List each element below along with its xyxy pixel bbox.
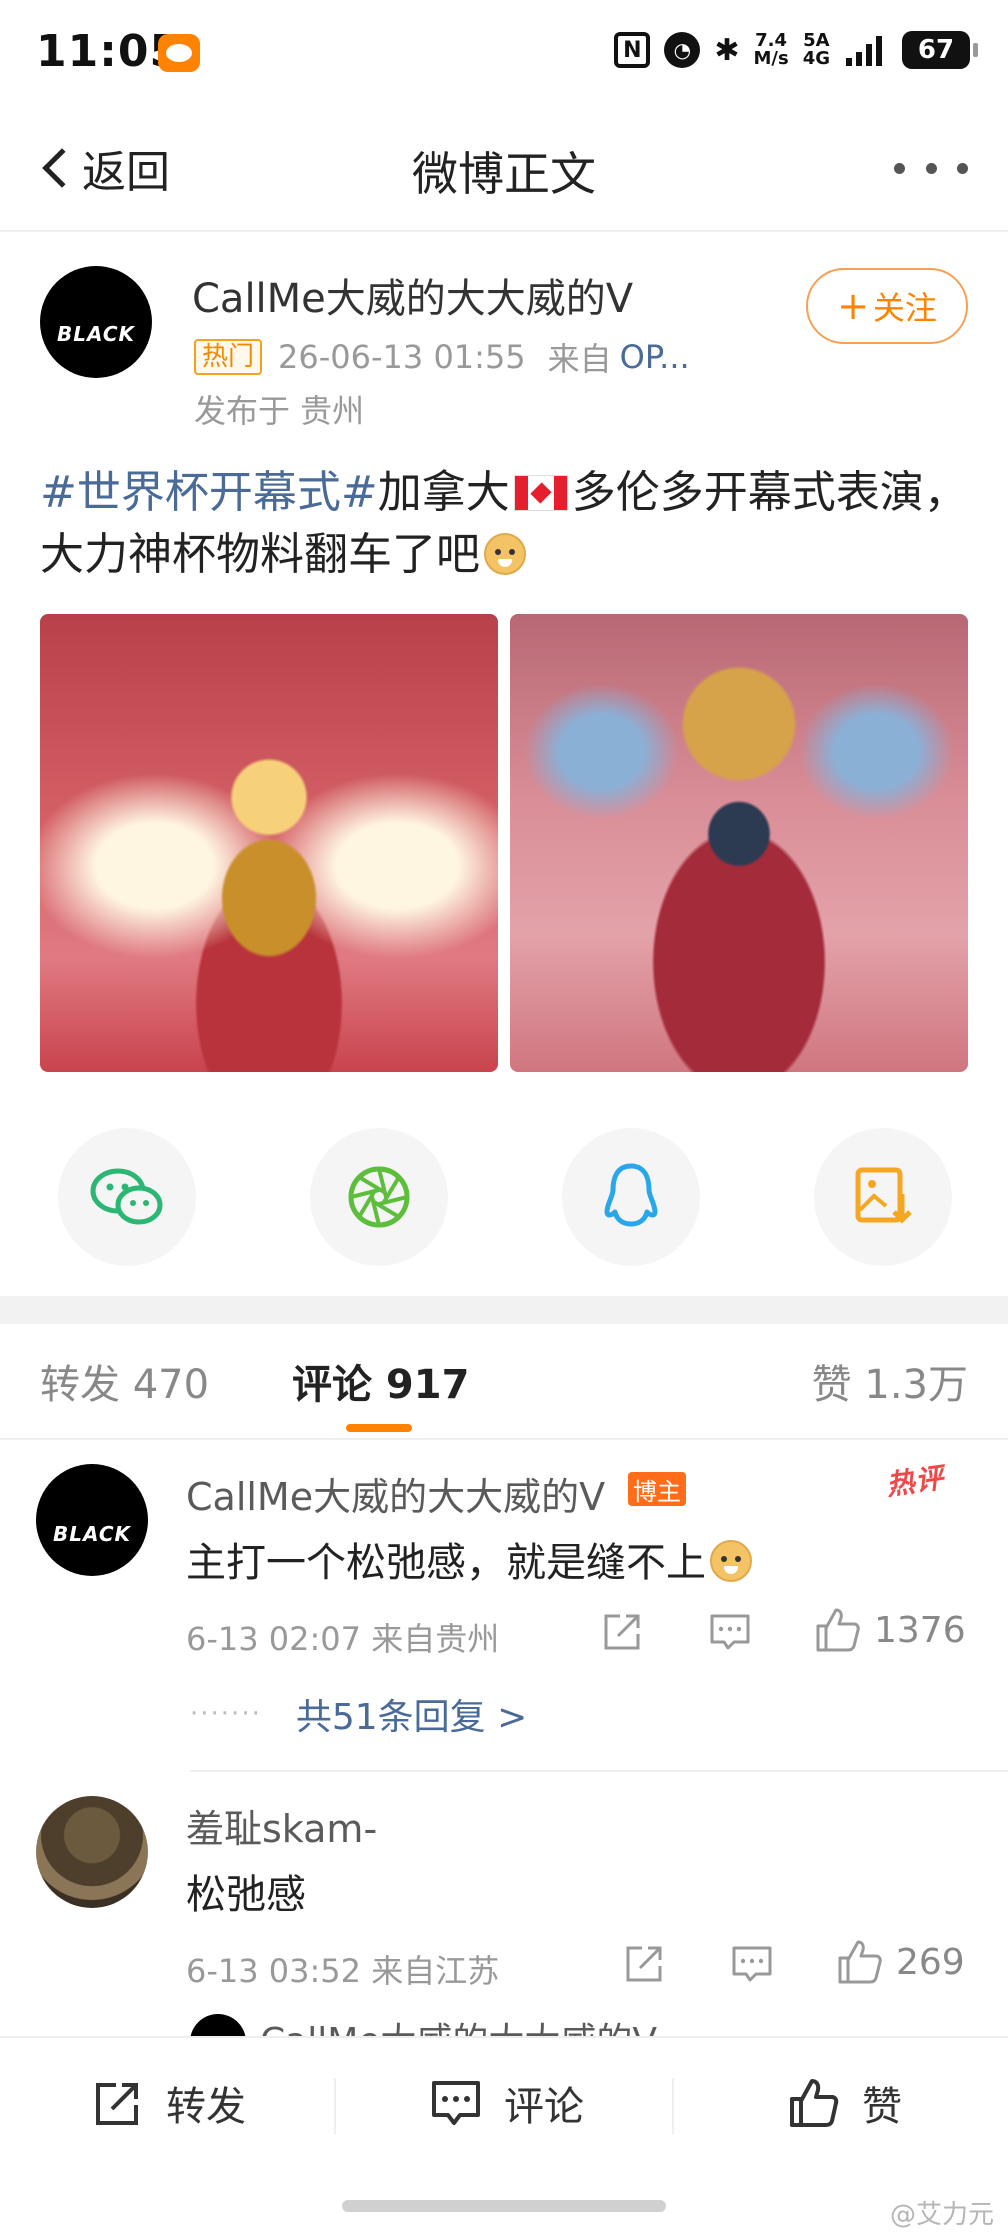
comment-share-button[interactable] <box>600 1610 644 1654</box>
hot-comment-label: 热评 <box>884 1461 947 1502</box>
thumbs-up-icon <box>838 1940 882 1984</box>
signal-bars-icon <box>846 36 882 66</box>
page-title: 微博正文 <box>412 147 596 201</box>
repost-label: 转发 <box>166 2084 246 2130</box>
comment-text-body: 主打一个松弛感，就是缝不上 <box>186 1540 706 1586</box>
like-count: 269 <box>896 1941 965 1983</box>
tab-repost[interactable]: 转发 470 <box>40 1352 209 1410</box>
status-icons: N ◔ ✱ 7.4 M/s 5A 4G 67 <box>614 30 978 70</box>
net-speed: 7.4 M/s <box>753 30 788 70</box>
author-avatar[interactable]: BLACK <box>40 266 152 378</box>
comment-like-button[interactable]: 269 <box>836 1938 965 1986</box>
save-image-button[interactable] <box>814 1128 952 1266</box>
comment-divider <box>190 1770 1008 1772</box>
comment-text: 主打一个松弛感，就是缝不上 <box>186 1530 752 1588</box>
tabs-divider <box>0 1438 1008 1440</box>
comment-reply-button[interactable] <box>708 1610 752 1654</box>
comment-meta: 6-13 03:52 来自江苏 <box>186 1952 500 1990</box>
more-dot-icon <box>894 162 905 174</box>
post-image-1[interactable] <box>40 614 498 1072</box>
share-icon <box>604 1614 640 1650</box>
comment-avatar[interactable]: BLACK <box>36 1464 148 1576</box>
comment-reply-button[interactable] <box>730 1942 774 1986</box>
signal-type-bottom: 4G <box>802 48 830 69</box>
comment-text: 松弛感 <box>186 1872 306 1918</box>
avatar-text: BLACK <box>56 322 136 346</box>
view-replies-link[interactable]: 共51条回复 > <box>296 1688 527 1740</box>
share-moments-button[interactable] <box>310 1128 448 1266</box>
tab-likes[interactable]: 赞 1.3万 <box>812 1352 968 1410</box>
moments-shutter-icon <box>348 1166 410 1228</box>
home-indicator[interactable] <box>342 2200 666 2212</box>
tab-comments[interactable]: 评论 917 <box>292 1352 469 1410</box>
share-wechat-button[interactable] <box>58 1128 196 1266</box>
share-qq-button[interactable] <box>562 1128 700 1266</box>
repost-icon <box>96 2083 138 2125</box>
nfc-icon: N <box>614 32 651 68</box>
follow-label: 关注 <box>872 289 937 327</box>
post-image-2[interactable] <box>510 614 968 1072</box>
post-location: 发布于 贵州 <box>194 392 365 430</box>
comment-avatar[interactable] <box>36 1796 148 1908</box>
post-meta: 热门 26-06-13 01:55 来自 OP... <box>194 334 690 380</box>
like-button[interactable]: 赞 <box>788 2074 902 2132</box>
owner-badge: 博主 <box>628 1472 686 1506</box>
battery-icon: 67 <box>902 31 978 69</box>
post-time: 26-06-13 01:55 <box>278 338 526 376</box>
thumbs-up-icon <box>816 1608 860 1652</box>
dotted-line-icon: ······· <box>190 1699 262 1729</box>
comment-label: 评论 <box>504 2084 584 2130</box>
doge-emoji <box>484 533 526 575</box>
replies-row[interactable]: ······· 共51条回复 > <box>190 1688 527 1740</box>
comment-button[interactable]: 评论 <box>430 2074 584 2132</box>
more-options-button[interactable] <box>894 148 968 188</box>
plus-icon: + <box>837 284 869 328</box>
post-text: #世界杯开幕式#加拿大 多伦多开幕式表演，大力神杯物料翻车了吧 <box>40 462 970 586</box>
reply-preview: CallMe大威的大大威的V <box>190 2010 750 2036</box>
more-dot-icon <box>925 162 937 174</box>
alarm-icon: ◔ <box>664 32 701 68</box>
share-icon <box>626 1946 662 1982</box>
active-tab-indicator <box>346 1424 412 1432</box>
hot-badge: 热门 <box>194 339 263 375</box>
repost-button[interactable]: 转发 <box>92 2074 246 2132</box>
nav-bar: 返回 微博正文 <box>0 108 1008 232</box>
comment-icon <box>732 1946 772 1982</box>
author-name[interactable]: CallMe大威的大大威的V <box>192 266 633 324</box>
comment-icon <box>710 1614 750 1650</box>
reply-author: CallMe大威的大大威的V <box>260 2012 657 2036</box>
status-bar: 11:05 N ◔ ✱ 7.4 M/s 5A 4G 67 <box>0 0 1008 108</box>
post-source-device[interactable]: OP... <box>620 338 690 376</box>
hashtag-link[interactable]: #世界杯开幕式# <box>40 467 378 518</box>
qq-icon <box>604 1163 658 1227</box>
comment-meta: 6-13 02:07 来自贵州 <box>186 1620 500 1658</box>
doge-emoji <box>710 1540 752 1582</box>
section-divider <box>0 1296 1008 1324</box>
like-label: 赞 <box>862 2084 902 2130</box>
watermark: @艾力元 <box>889 2200 994 2230</box>
bar-separator <box>672 2078 674 2134</box>
post-text-part1: 加拿大 <box>377 467 510 518</box>
bar-separator <box>334 2078 336 2134</box>
bluetooth-icon: ✱ <box>714 32 740 68</box>
more-dot-icon <box>957 162 968 174</box>
comment-icon <box>432 2081 480 2125</box>
post-source-prefix: 来自 <box>547 340 612 378</box>
like-count: 1376 <box>874 1609 966 1651</box>
save-image-icon <box>855 1167 912 1224</box>
follow-button[interactable]: + 关注 <box>806 268 968 344</box>
canada-flag-emoji <box>513 475 568 511</box>
comment-author[interactable]: 羞耻skam- <box>186 1798 377 1853</box>
avatar-text: BLACK <box>52 1522 132 1546</box>
comment-like-button[interactable]: 1376 <box>814 1606 966 1654</box>
weibo-app-icon <box>158 34 200 72</box>
reply-avatar <box>190 2014 246 2036</box>
thumbs-up-icon <box>790 2079 839 2127</box>
net-speed-unit: M/s <box>753 48 789 69</box>
comment-author[interactable]: CallMe大威的大大威的V <box>186 1466 605 1521</box>
comment-share-button[interactable] <box>622 1942 666 1986</box>
signal-indicator: 5A 4G <box>803 30 830 70</box>
wechat-icon <box>90 1168 163 1225</box>
